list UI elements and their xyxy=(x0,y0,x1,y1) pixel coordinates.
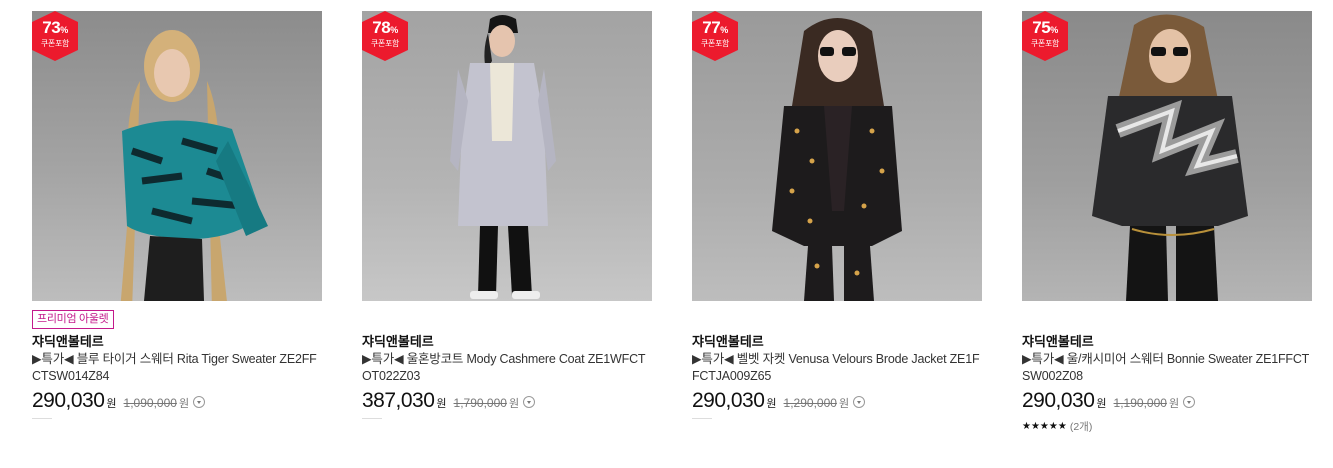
rating: ★★★★★ (2개) xyxy=(1022,419,1312,434)
product-image[interactable]: 73% 쿠폰포함 xyxy=(32,11,322,301)
sale-price: 290,030 xyxy=(32,389,105,412)
brand-name[interactable]: 쟈딕앤볼테르 xyxy=(1022,333,1312,351)
currency-unit: 원 xyxy=(1168,398,1180,410)
sale-price: 290,030 xyxy=(692,389,765,412)
tag-row xyxy=(1022,301,1312,331)
discount-value: 75 xyxy=(1032,18,1051,37)
product-card[interactable]: 73% 쿠폰포함 프리미엄 아울렛 쟈딕앤볼테르 ▶특가◀ 블루 타이거 스웨터… xyxy=(32,11,322,419)
tag-row xyxy=(362,301,652,331)
price-row: 290,030 원 1,290,000 원 xyxy=(692,389,982,417)
currency-unit: 원 xyxy=(178,398,190,410)
coupon-label: 쿠폰포함 xyxy=(40,39,70,48)
coupon-label: 쿠폰포함 xyxy=(1030,39,1060,48)
product-grid: 73% 쿠폰포함 프리미엄 아울렛 쟈딕앤볼테르 ▶특가◀ 블루 타이거 스웨터… xyxy=(0,0,1333,468)
currency-unit: 원 xyxy=(766,398,777,410)
percent-sign: % xyxy=(60,25,68,35)
percent-sign: % xyxy=(1050,25,1058,35)
original-price: 1,090,000 xyxy=(123,396,177,410)
currency-unit: 원 xyxy=(1096,398,1107,410)
model-photo xyxy=(1092,14,1248,301)
product-title[interactable]: ▶특가◀ 울/캐시미어 스웨터 Bonnie Sweater ZE1FFCTSW… xyxy=(1022,351,1312,385)
product-title[interactable]: ▶특가◀ 벨벳 자켓 Venusa Velours Brode Jacket Z… xyxy=(692,351,982,385)
currency-unit: 원 xyxy=(106,398,117,410)
currency-unit: 원 xyxy=(436,398,447,410)
divider xyxy=(362,418,382,419)
product-image[interactable]: 77% 쿠폰포함 xyxy=(692,11,982,301)
brand-name[interactable]: 쟈딕앤볼테르 xyxy=(692,333,982,351)
coupon-label: 쿠폰포함 xyxy=(370,39,400,48)
percent-sign: % xyxy=(390,25,398,35)
price-info-chevron-icon[interactable] xyxy=(853,396,866,408)
product-card[interactable]: 77% 쿠폰포함 쟈딕앤볼테르 ▶특가◀ 벨벳 자켓 Venusa Velour… xyxy=(692,11,982,419)
original-price: 1,290,000 xyxy=(783,396,837,410)
original-price: 1,790,000 xyxy=(453,396,507,410)
discount-value: 78 xyxy=(372,18,391,37)
sale-price: 290,030 xyxy=(1022,389,1095,412)
product-title[interactable]: ▶특가◀ 울혼방코트 Mody Cashmere Coat ZE1WFCTOT0… xyxy=(362,351,652,385)
product-image[interactable]: 78% 쿠폰포함 xyxy=(362,11,652,301)
price-info-chevron-icon[interactable] xyxy=(523,396,536,408)
currency-unit: 원 xyxy=(508,398,520,410)
divider xyxy=(692,418,712,419)
currency-unit: 원 xyxy=(838,398,850,410)
percent-sign: % xyxy=(720,25,728,35)
original-price: 1,190,000 xyxy=(1113,396,1167,410)
product-title[interactable]: ▶특가◀ 블루 타이거 스웨터 Rita Tiger Sweater ZE2FF… xyxy=(32,351,322,385)
discount-value: 73 xyxy=(42,18,61,37)
sale-price: 387,030 xyxy=(362,389,435,412)
divider xyxy=(32,418,52,419)
model-photo xyxy=(450,15,556,299)
price-info-chevron-icon[interactable] xyxy=(193,396,206,408)
tag-row xyxy=(692,301,982,331)
price-row: 290,030 원 1,190,000 원 xyxy=(1022,389,1312,417)
price-row: 387,030 원 1,790,000 원 xyxy=(362,389,652,417)
price-row: 290,030 원 1,090,000 원 xyxy=(32,389,322,417)
star-rating-icon: ★★★★★ xyxy=(1022,421,1067,432)
product-card[interactable]: 75% 쿠폰포함 쟈딕앤볼테르 ▶특가◀ 울/캐시미어 스웨터 Bonnie S… xyxy=(1022,11,1312,434)
model-photo xyxy=(120,30,268,301)
review-count[interactable]: (2개) xyxy=(1070,419,1093,434)
model-photo xyxy=(772,18,902,301)
discount-value: 77 xyxy=(702,18,721,37)
tag-row: 프리미엄 아울렛 xyxy=(32,301,322,331)
price-info-chevron-icon[interactable] xyxy=(1183,396,1196,408)
brand-name[interactable]: 쟈딕앤볼테르 xyxy=(362,333,652,351)
product-image[interactable]: 75% 쿠폰포함 xyxy=(1022,11,1312,301)
brand-name[interactable]: 쟈딕앤볼테르 xyxy=(32,333,322,351)
premium-outlet-tag: 프리미엄 아울렛 xyxy=(32,310,114,329)
product-card[interactable]: 78% 쿠폰포함 쟈딕앤볼테르 ▶특가◀ 울혼방코트 Mody Cashmere… xyxy=(362,11,652,419)
coupon-label: 쿠폰포함 xyxy=(700,39,730,48)
